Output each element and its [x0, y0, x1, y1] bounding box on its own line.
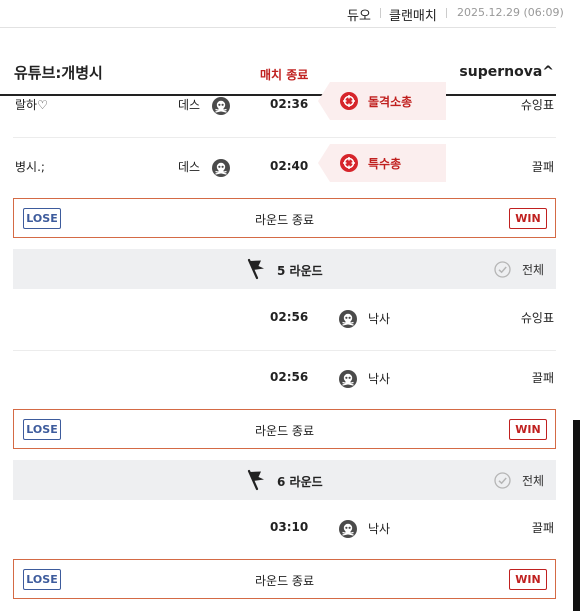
- player-name[interactable]: 끌패: [532, 369, 554, 386]
- round-end-bar: LOSE 라운드 종료 WIN: [13, 409, 556, 449]
- crosshair-icon: [340, 154, 358, 172]
- round-title: 6 라운드: [277, 475, 323, 489]
- round-title: 5 라운드: [277, 264, 323, 278]
- killer-name[interactable]: 끌패: [532, 158, 554, 175]
- event-row: 02:56 낙사 슈잉표: [13, 289, 556, 351]
- win-badge: WIN: [509, 419, 547, 440]
- round-end-bar: LOSE 라운드 종료 WIN: [13, 198, 556, 238]
- check-circle-icon[interactable]: [494, 261, 511, 278]
- show-all-toggle[interactable]: 전체: [522, 472, 544, 489]
- weapon-name: 돌격소총: [368, 95, 413, 109]
- kill-row: 병시.; 데스 02:40 특수총 끌패: [13, 138, 556, 200]
- event-time: 03:10: [270, 520, 309, 534]
- round-end-label: 라운드 종료: [254, 574, 314, 588]
- killer-name[interactable]: 슈잉표: [521, 96, 554, 113]
- match-date: 2025.12.29 (06:09): [457, 6, 564, 19]
- fall-death-label: 낙사: [368, 372, 391, 386]
- weapon-name: 특수총: [368, 157, 402, 171]
- player-name[interactable]: 끌패: [532, 519, 554, 536]
- check-circle-icon[interactable]: [494, 472, 511, 489]
- victim-name[interactable]: 랄하♡: [15, 96, 48, 113]
- player-name[interactable]: 슈잉표: [521, 309, 554, 326]
- divider: [380, 8, 381, 18]
- skull-icon: [339, 370, 357, 388]
- weapon-badge: 돌격소총: [318, 82, 446, 120]
- round-end-label: 라운드 종료: [254, 424, 314, 438]
- mode-duo-label[interactable]: 듀오: [347, 5, 371, 24]
- death-label: 데스: [178, 160, 201, 174]
- divider: [446, 8, 447, 18]
- skull-icon: [339, 520, 357, 538]
- win-badge: WIN: [509, 208, 547, 229]
- event-time: 02:56: [270, 310, 309, 324]
- victim-name[interactable]: 병시.;: [15, 158, 45, 175]
- kill-time: 02:40: [270, 159, 309, 173]
- kill-time: 02:36: [270, 97, 309, 111]
- win-badge: WIN: [509, 569, 547, 590]
- flag-icon: [245, 258, 267, 280]
- show-all-toggle[interactable]: 전체: [522, 261, 544, 278]
- event-time: 02:56: [270, 370, 309, 384]
- event-row: 03:10 낙사 끌패: [13, 499, 556, 561]
- fall-death-label: 낙사: [368, 312, 391, 326]
- skull-icon: [212, 159, 230, 177]
- scrollbar[interactable]: [573, 420, 580, 611]
- skull-icon: [212, 97, 230, 115]
- skull-icon: [339, 310, 357, 328]
- round-end-bar: LOSE 라운드 종료 WIN: [13, 559, 556, 599]
- mode-clan-label[interactable]: 클랜매치: [389, 5, 437, 24]
- round-header: 5 라운드 전체: [13, 249, 556, 289]
- round-end-label: 라운드 종료: [254, 213, 314, 227]
- fall-death-label: 낙사: [368, 522, 391, 536]
- death-label: 데스: [178, 98, 201, 112]
- weapon-badge: 특수총: [318, 144, 446, 182]
- kill-row: 랄하♡ 데스 02:36 돌격소총 슈잉표: [13, 76, 556, 138]
- crosshair-icon: [340, 92, 358, 110]
- flag-icon: [245, 469, 267, 491]
- event-row: 02:56 낙사 끌패: [13, 349, 556, 411]
- round-header: 6 라운드 전체: [13, 460, 556, 500]
- top-bar: 듀오 클랜매치 2025.12.29 (06:09): [0, 0, 564, 28]
